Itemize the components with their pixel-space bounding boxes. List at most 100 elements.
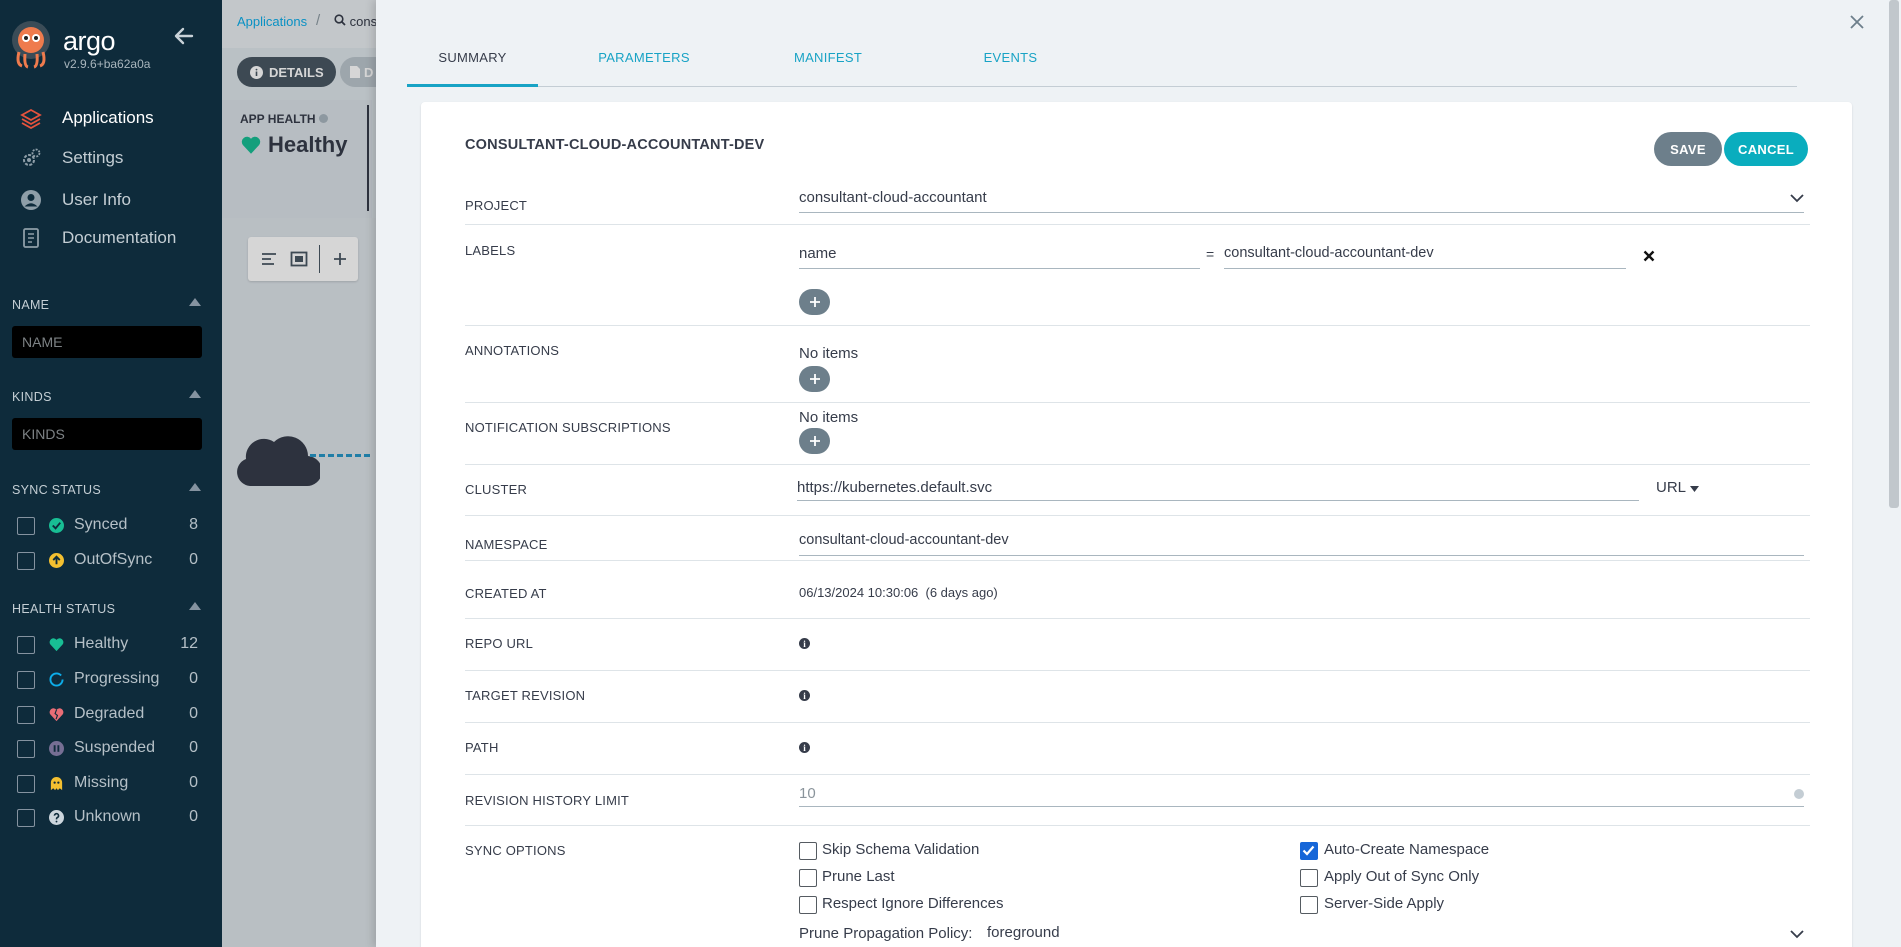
nav-user-info[interactable]: User Info [0,183,222,217]
ghost-icon [50,776,63,791]
chevron-down-icon [1790,194,1804,203]
nav-settings[interactable]: Settings [0,141,222,175]
filter-synced[interactable]: Synced 8 [0,510,222,540]
checkmark-icon [1302,845,1315,856]
heart-icon [49,638,64,652]
filter-outofsync[interactable]: OutOfSync 0 [0,545,222,575]
panel-scrollbar[interactable] [1889,0,1899,508]
add-annotation-button[interactable] [799,366,830,392]
tab-summary[interactable]: SUMMARY [407,47,538,87]
nav-settings-label: Settings [62,148,124,167]
auto-create-namespace-label: Auto-Create Namespace [1324,841,1490,858]
filter-degraded-checkbox[interactable] [17,706,35,724]
app-details-panel: SUMMARY PARAMETERS MANIFEST EVENTS CONSU… [376,0,1901,947]
tab-events[interactable]: EVENTS [968,47,1053,87]
filter-suspended-checkbox[interactable] [17,740,35,758]
book-icon [23,228,39,248]
cluster-row: CLUSTER https://kubernetes.default.svc U… [465,465,1810,516]
cluster-url-input[interactable]: https://kubernetes.default.svc [797,469,1639,501]
filter-missing[interactable]: Missing 0 [0,768,222,798]
apply-out-of-sync-only-checkbox[interactable] [1300,869,1318,887]
created-at-row: CREATED AT 06/13/2024 10:30:06 (6 days a… [465,561,1810,619]
help-icon[interactable] [1794,789,1804,799]
caret-up-icon[interactable] [189,298,201,306]
filter-progressing-count: 0 [189,670,198,687]
namespace-input[interactable]: consultant-cloud-accountant-dev [799,524,1804,556]
revision-history-row: REVISION HISTORY LIMIT 10 [465,775,1810,826]
progress-circle-icon [49,672,64,687]
plus-icon [809,436,820,446]
filter-progressing-checkbox[interactable] [17,671,35,689]
overlay-backdrop[interactable] [222,0,376,947]
tab-parameters[interactable]: PARAMETERS [594,47,694,87]
collapse-sidebar-icon[interactable] [172,24,196,48]
caret-up-icon[interactable] [189,483,201,491]
info-icon[interactable]: i [799,638,810,649]
filter-healthy-checkbox[interactable] [17,636,35,654]
check-circle-icon [49,518,64,533]
filter-synced-count: 8 [189,516,198,533]
filter-outofsync-count: 0 [189,551,198,568]
pause-circle-icon [49,741,64,756]
filter-unknown[interactable]: Unknown 0 [0,802,222,832]
project-row: PROJECT consultant-cloud-accountant [465,161,1810,225]
filter-name-input[interactable] [12,326,202,358]
skip-schema-validation-checkbox[interactable] [799,842,817,860]
question-circle-icon [49,810,64,825]
filter-degraded[interactable]: Degraded 0 [0,699,222,729]
argo-logo [12,21,50,69]
nav-documentation-label: Documentation [62,228,177,247]
info-icon[interactable]: i [799,690,810,701]
filter-healthy[interactable]: Healthy 12 [0,629,222,659]
filter-suspended[interactable]: Suspended 0 [0,733,222,763]
filter-missing-checkbox[interactable] [17,775,35,793]
plus-icon [809,297,820,307]
respect-ignore-differences-label: Respect Ignore Differences [822,895,1004,912]
filter-kinds-input[interactable] [12,418,202,450]
server-side-apply-checkbox[interactable] [1300,896,1318,914]
filter-outofsync-checkbox[interactable] [17,552,35,570]
prune-propagation-policy-select[interactable]: foreground [987,923,1804,947]
info-icon[interactable]: i [799,742,810,753]
label-key-input[interactable]: name [799,237,1200,269]
arrow-up-circle-icon [49,553,64,568]
filter-unknown-label: Unknown [74,808,141,825]
labels-row: LABELS name = consultant-cloud-accountan… [465,225,1810,326]
cluster-label: CLUSTER [465,482,528,497]
close-icon[interactable] [1845,10,1869,34]
nav-documentation[interactable]: Documentation [0,221,222,255]
plus-icon [809,374,820,384]
repo-url-label: REPO URL [465,636,534,651]
created-at-value: 06/13/2024 10:30:06 (6 days ago) [799,585,998,600]
filter-unknown-checkbox[interactable] [17,809,35,827]
filter-unknown-count: 0 [189,808,198,825]
add-notification-button[interactable] [799,428,830,454]
filter-name-title: NAME [12,298,50,312]
target-revision-row: TARGET REVISION i [465,671,1810,723]
caret-up-icon[interactable] [189,602,201,610]
label-value-input[interactable]: consultant-cloud-accountant-dev [1224,237,1626,269]
broken-heart-icon [49,708,64,722]
revision-history-placeholder: 10 [799,785,816,802]
cluster-type-dropdown[interactable]: URL [1656,479,1699,496]
labels-label: LABELS [465,243,516,258]
caret-down-icon [1689,486,1699,492]
prune-last-checkbox[interactable] [799,869,817,887]
filter-sync-status-title: SYNC STATUS [12,483,101,497]
filter-health-status-title: HEALTH STATUS [12,602,116,616]
auto-create-namespace-checkbox[interactable] [1300,842,1318,860]
project-select[interactable]: consultant-cloud-accountant [799,181,1804,213]
filter-progressing[interactable]: Progressing 0 [0,664,222,694]
nav-user-info-label: User Info [62,190,131,209]
respect-ignore-differences-checkbox[interactable] [799,896,817,914]
filter-suspended-label: Suspended [74,739,155,756]
brand-name: argo [63,26,116,56]
filter-synced-checkbox[interactable] [17,517,35,535]
nav-applications[interactable]: Applications [0,101,222,135]
tab-manifest[interactable]: MANIFEST [783,47,873,87]
add-label-button[interactable] [799,289,830,315]
revision-history-input[interactable]: 10 [799,775,1804,807]
caret-up-icon[interactable] [189,390,201,398]
remove-label-icon[interactable] [1643,250,1655,262]
label-value-value: consultant-cloud-accountant-dev [1224,245,1434,261]
